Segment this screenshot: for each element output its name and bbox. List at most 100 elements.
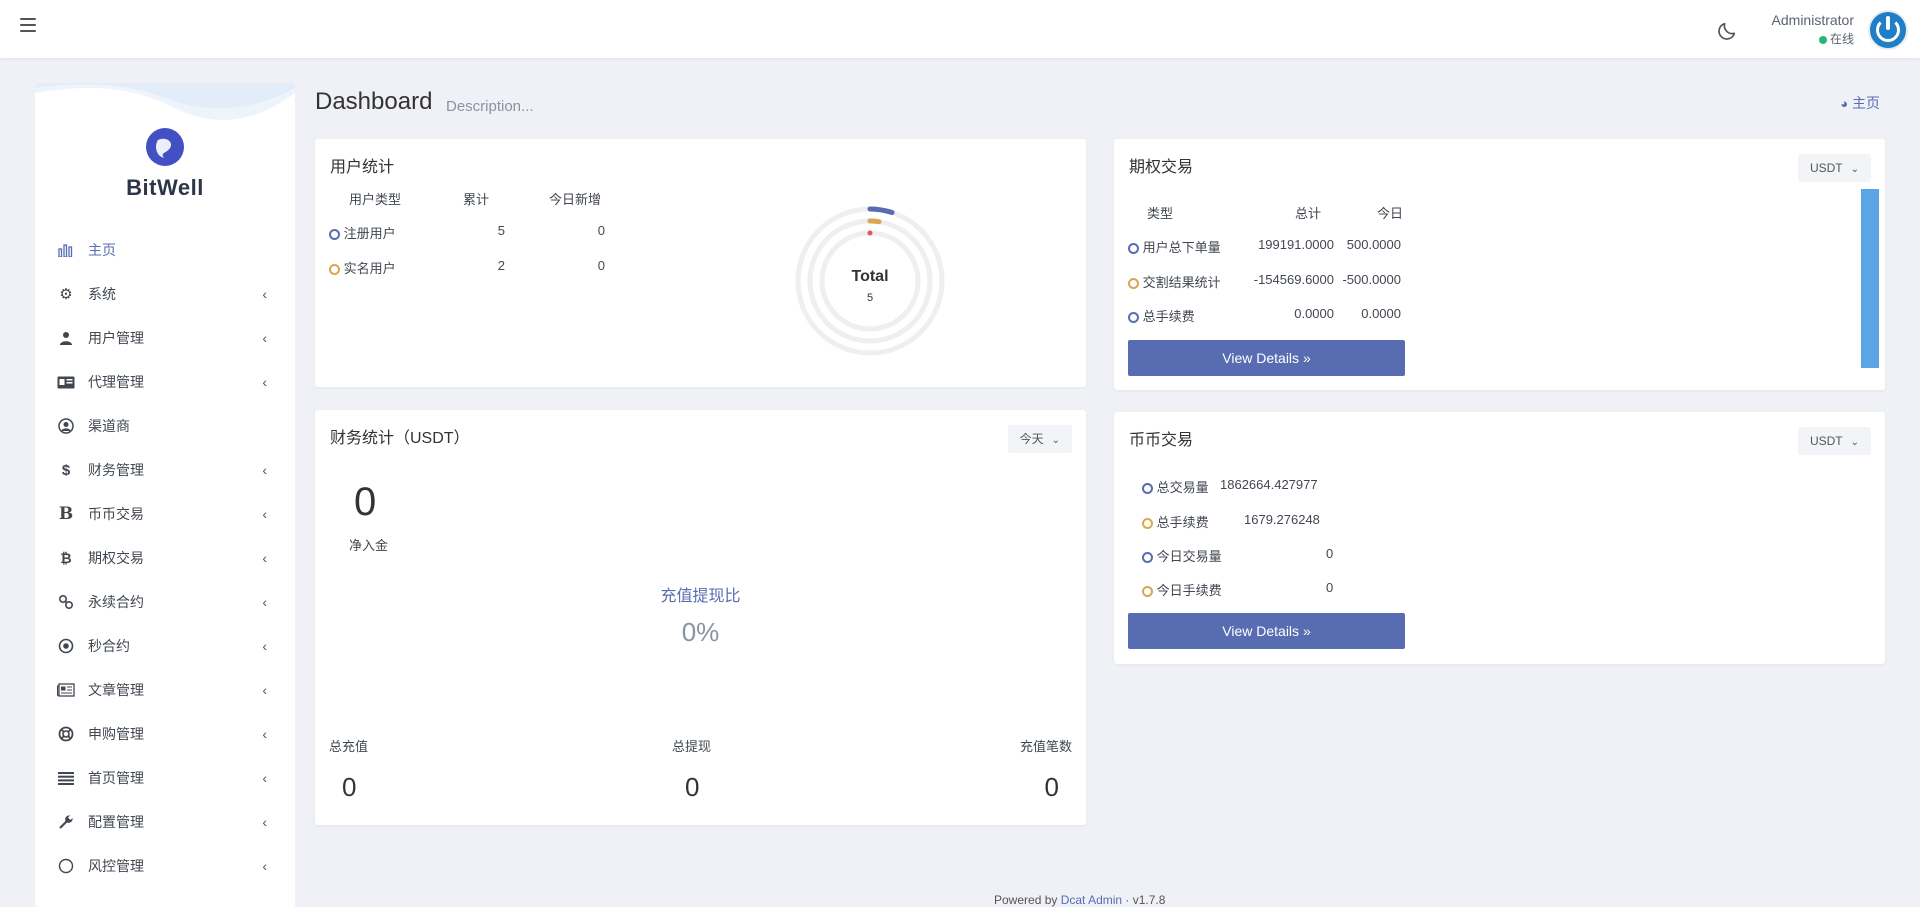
sidebar-item-label: 申购管理	[88, 726, 144, 742]
sidebar-item-users[interactable]: 用户管理 ‹	[35, 316, 295, 360]
sidebar-item-label: 风控管理	[88, 858, 144, 874]
card-title: 用户统计	[330, 159, 395, 176]
table-row: 用户总下单量	[1128, 237, 1221, 256]
finance-card: 财务统计（USDT） 今天 ⌄ 0 净入金 充值提现比 0% 总充值 0 总提现 …	[315, 410, 1086, 825]
bar-chart-icon	[57, 241, 75, 259]
options-trade-card: 期权交易 USDT ⌄ 类型 总计 今日 用户总下单量 199191.0000 5…	[1114, 139, 1885, 390]
options-chart-bar	[1861, 189, 1879, 368]
chevron-left-icon: ‹	[262, 286, 267, 302]
table-cell: 0.0000	[1294, 306, 1334, 321]
table-row: 交割结果统计	[1128, 272, 1221, 291]
total-withdraw-value: 0	[685, 772, 700, 802]
chevron-left-icon: ‹	[262, 858, 267, 874]
sidebar-item-perpetual[interactable]: 永续合约 ‹	[35, 580, 295, 624]
ratio-value: 0%	[681, 617, 720, 647]
sidebar-item-subscriptions[interactable]: 申购管理 ‹	[35, 712, 295, 756]
sidebar-item-label: 配置管理	[88, 814, 144, 830]
user-name: Administrator	[1771, 12, 1854, 28]
total-withdraw-label: 总提现	[672, 739, 712, 754]
footer-link[interactable]: Dcat Admin	[1061, 893, 1122, 907]
donut-label: Total	[851, 268, 888, 285]
table-row: 注册用户	[329, 223, 396, 242]
view-details-button[interactable]: View Details »	[1128, 340, 1405, 376]
gear-icon: ⚙	[59, 286, 73, 303]
table-cell: 199191.0000	[1258, 237, 1334, 252]
sidebar-item-label: 代理管理	[88, 374, 144, 390]
table-cell: 2	[497, 258, 505, 273]
view-details-button[interactable]: View Details »	[1128, 613, 1405, 649]
sidebar-item-homepage[interactable]: 首页管理 ‹	[35, 756, 295, 800]
column-header: 今日新增	[549, 192, 602, 207]
currency-select[interactable]: USDT ⌄	[1797, 427, 1871, 455]
chevron-left-icon: ‹	[262, 638, 267, 654]
avatar[interactable]	[1868, 10, 1908, 50]
list-item: 总交易量	[1142, 477, 1209, 496]
sidebar-item-finance[interactable]: $ 财务管理 ‹	[35, 448, 295, 492]
users-icon	[57, 329, 75, 347]
sidebar-item-coin-trade[interactable]: B 币币交易 ‹	[35, 492, 295, 536]
chevron-left-icon: ‹	[262, 550, 267, 566]
breadcrumb[interactable]: ◕ 主页	[1840, 93, 1880, 113]
life-ring-icon	[57, 725, 75, 743]
circle-marker-icon	[1128, 243, 1139, 255]
user-stats-donut: Total 5	[795, 206, 945, 356]
sidebar-item-label: 币币交易	[88, 506, 144, 522]
column-header: 用户类型	[349, 192, 402, 207]
table-cell: 0	[597, 258, 605, 273]
column-header: 总计	[1295, 206, 1322, 221]
sidebar-item-home[interactable]: 主页	[35, 228, 295, 272]
user-status: 在线	[1772, 30, 1854, 47]
page-description: Description...	[446, 98, 534, 115]
chevron-left-icon: ‹	[262, 770, 267, 786]
sidebar-item-label: 系统	[88, 286, 116, 302]
net-value: 0	[354, 480, 377, 524]
deposit-count-value: 0	[1044, 772, 1059, 802]
donut-value: 5	[867, 292, 873, 304]
circle-icon	[57, 857, 75, 875]
chevron-down-icon: ⌄	[1850, 164, 1859, 175]
list-value: 0	[1326, 580, 1334, 595]
list-item: 今日手续费	[1142, 580, 1222, 599]
online-dot-icon	[1818, 35, 1827, 44]
sidebar-item-label: 渠道商	[88, 418, 130, 434]
sidebar-item-risk[interactable]: 风控管理 ‹	[35, 844, 295, 888]
table-cell: -154569.6000	[1253, 272, 1334, 287]
sidebar-item-options-trade[interactable]: ₿ 期权交易 ‹	[35, 536, 295, 580]
table-row: 实名用户	[329, 258, 396, 277]
double-chevron-right-icon: »	[1302, 623, 1311, 639]
list-icon	[57, 769, 75, 787]
sidebar-item-label: 用户管理	[88, 330, 144, 346]
circle-marker-icon	[1128, 278, 1139, 290]
total-deposit-label: 总充值	[329, 739, 369, 754]
period-select[interactable]: 今天 ⌄	[1007, 425, 1072, 453]
sidebar-item-agents[interactable]: 代理管理 ‹	[35, 360, 295, 404]
dashboard-icon: ◕	[1840, 96, 1849, 111]
sidebar-item-system[interactable]: ⚙ 系统 ‹	[35, 272, 295, 316]
menu-toggle-icon[interactable]	[20, 18, 36, 32]
dot-circle-icon	[57, 637, 75, 655]
footer: Powered by Dcat Admin · v1.7.8	[994, 893, 1166, 907]
sidebar-item-second-contract[interactable]: 秒合约 ‹	[35, 624, 295, 668]
newspaper-icon	[57, 681, 75, 699]
circle-marker-icon	[329, 229, 340, 241]
table-cell: 5	[497, 223, 505, 238]
net-label: 净入金	[349, 538, 389, 553]
dark-mode-toggle-icon[interactable]	[1716, 20, 1738, 42]
chevron-left-icon: ‹	[262, 682, 267, 698]
table-cell: 0.0000	[1361, 306, 1401, 321]
id-card-icon	[57, 373, 75, 391]
list-value: 1862664.427977	[1220, 477, 1318, 492]
page-title: Dashboard	[315, 88, 433, 115]
table-cell: 500.0000	[1346, 237, 1401, 252]
user-circle-icon	[57, 417, 75, 435]
sidebar-item-articles[interactable]: 文章管理 ‹	[35, 668, 295, 712]
currency-select[interactable]: USDT ⌄	[1797, 154, 1871, 182]
chevron-left-icon: ‹	[262, 726, 267, 742]
sidebar-item-config[interactable]: 配置管理 ‹	[35, 800, 295, 844]
list-item: 今日交易量	[1142, 546, 1222, 565]
circle-marker-icon	[1142, 483, 1153, 495]
sidebar-item-label: 财务管理	[88, 462, 144, 478]
sidebar-item-channels[interactable]: 渠道商	[35, 404, 295, 448]
user-menu[interactable]: Administrator 在线	[1772, 12, 1854, 47]
card-title: 期权交易	[1129, 159, 1194, 176]
